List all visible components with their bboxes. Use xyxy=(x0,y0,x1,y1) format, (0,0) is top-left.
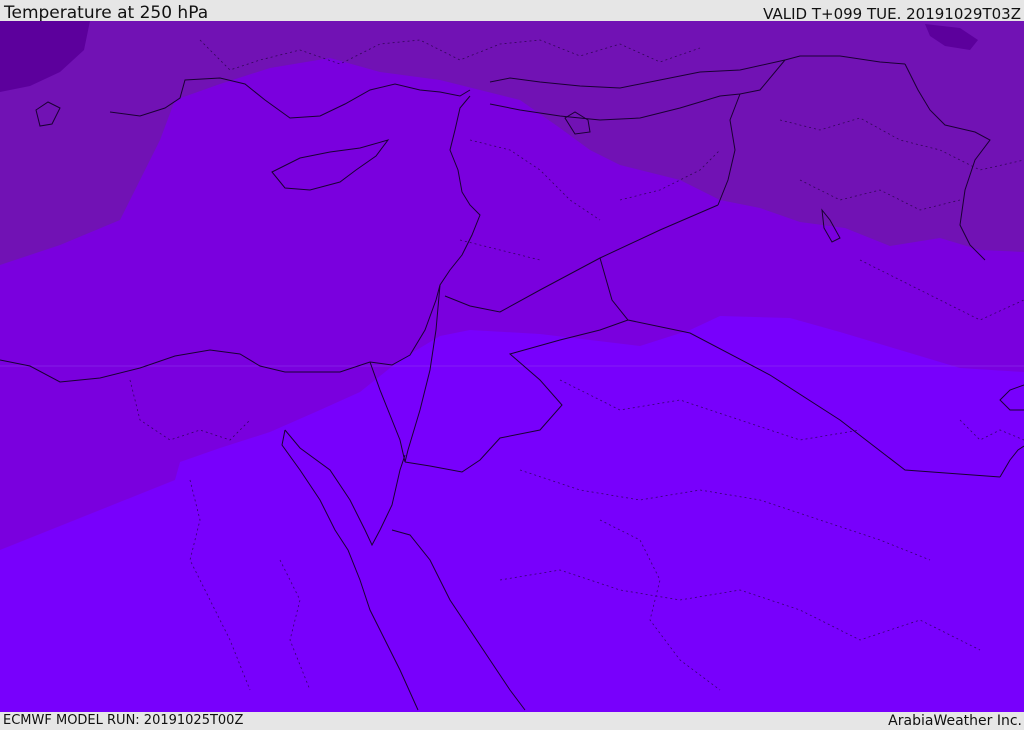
model-run-label: ECMWF MODEL RUN: 20191025T00Z xyxy=(3,713,244,728)
credit-label: ArabiaWeather Inc. xyxy=(888,713,1022,729)
map-title: Temperature at 250 hPa xyxy=(4,3,209,23)
map-area[interactable] xyxy=(0,21,1024,712)
footer-bar: ECMWF MODEL RUN: 20191025T00Z ArabiaWeat… xyxy=(0,712,1024,729)
temperature-map xyxy=(0,21,1024,712)
header-bar: Temperature at 250 hPa VALID T+099 TUE. … xyxy=(0,0,1024,23)
